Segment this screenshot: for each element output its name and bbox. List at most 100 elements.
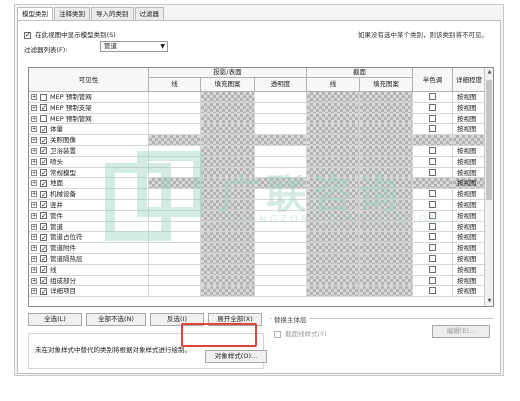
- override-cell[interactable]: [307, 92, 360, 102]
- category-visibility-checkbox[interactable]: [40, 146, 47, 156]
- category-name-cell[interactable]: + 管件: [29, 210, 149, 221]
- override-cell[interactable]: [201, 189, 255, 199]
- override-cell[interactable]: [360, 232, 413, 243]
- filter-list-dropdown[interactable]: 管道 ▼: [100, 41, 168, 52]
- table-row[interactable]: +线按视图: [29, 264, 485, 276]
- override-cell[interactable]: [255, 178, 307, 189]
- category-visibility-checkbox[interactable]: [40, 222, 47, 231]
- override-cell[interactable]: [149, 199, 201, 210]
- detail-level-cell[interactable]: 按视图: [453, 189, 485, 199]
- override-cell[interactable]: [201, 178, 255, 189]
- override-cell[interactable]: [307, 253, 360, 264]
- scroll-up-icon[interactable]: ▲: [485, 68, 493, 77]
- halftone-checkbox[interactable]: [429, 157, 436, 165]
- expand-icon[interactable]: +: [31, 169, 37, 176]
- category-visibility-checkbox[interactable]: [40, 190, 47, 199]
- override-cell[interactable]: [360, 199, 413, 210]
- override-cell[interactable]: [149, 210, 201, 221]
- override-cell[interactable]: [255, 243, 307, 253]
- halftone-checkbox[interactable]: [429, 265, 436, 273]
- override-cell[interactable]: [255, 253, 307, 264]
- override-cell[interactable]: [307, 167, 360, 178]
- detail-level-cell[interactable]: 按视图: [453, 232, 485, 242]
- override-cell[interactable]: [255, 92, 307, 102]
- tab-0[interactable]: 模型类别: [17, 7, 53, 21]
- halftone-cell[interactable]: [413, 243, 453, 253]
- override-cell[interactable]: [149, 264, 201, 275]
- category-visibility-checkbox[interactable]: [40, 265, 47, 275]
- category-name-cell[interactable]: + 管道隔热层: [29, 253, 149, 264]
- expand-icon[interactable]: +: [31, 94, 37, 100]
- halftone-cell[interactable]: [413, 145, 453, 156]
- override-cell[interactable]: [201, 113, 255, 124]
- detail-level-cell[interactable]: 按视图: [453, 92, 485, 102]
- override-cell[interactable]: [360, 102, 413, 113]
- override-cell[interactable]: [307, 145, 360, 156]
- override-cell[interactable]: [149, 286, 201, 297]
- halftone-cell[interactable]: [413, 178, 453, 189]
- category-name-cell[interactable]: + 体量: [29, 124, 149, 135]
- category-name-cell[interactable]: + 常规模型: [29, 167, 149, 178]
- override-cell[interactable]: [360, 221, 413, 232]
- override-cell[interactable]: [255, 189, 307, 199]
- halftone-cell[interactable]: [413, 286, 453, 297]
- object-styles-button[interactable]: 对象样式(O)...: [205, 350, 267, 363]
- table-scrollbar[interactable]: ▲ ▼: [484, 68, 493, 306]
- override-cell[interactable]: [360, 189, 413, 199]
- detail-level-cell[interactable]: 按视图: [453, 103, 485, 113]
- table-row[interactable]: + 详细项目 按视图: [29, 286, 485, 298]
- category-visibility-checkbox[interactable]: [40, 168, 47, 177]
- expand-icon[interactable]: +: [31, 115, 37, 122]
- halftone-checkbox[interactable]: [429, 114, 436, 122]
- category-name-cell[interactable]: + MEP 预制管网: [29, 92, 149, 102]
- category-visibility-checkbox[interactable]: [40, 276, 47, 285]
- halftone-checkbox[interactable]: [429, 276, 436, 284]
- override-cell[interactable]: [255, 113, 307, 124]
- override-cell[interactable]: [149, 135, 201, 145]
- override-cell[interactable]: [255, 167, 307, 178]
- override-cell[interactable]: [201, 232, 255, 243]
- table-row[interactable]: + 管道占位符 按视图: [29, 232, 485, 244]
- show-model-categories-row[interactable]: 在此视图中显示模型类别(S): [24, 29, 116, 39]
- override-cell[interactable]: [360, 286, 413, 297]
- category-name-cell[interactable]: + 卫浴装置: [29, 145, 149, 156]
- halftone-cell[interactable]: [413, 221, 453, 232]
- halftone-checkbox[interactable]: [429, 287, 436, 295]
- override-cell[interactable]: [360, 167, 413, 178]
- override-cell[interactable]: [201, 221, 255, 232]
- override-cell[interactable]: [360, 156, 413, 167]
- halftone-cell[interactable]: [413, 102, 453, 113]
- halftone-cell[interactable]: [413, 253, 453, 264]
- override-cell[interactable]: [149, 156, 201, 167]
- override-cell[interactable]: [307, 135, 360, 145]
- override-cell[interactable]: [360, 113, 413, 124]
- override-cell[interactable]: [360, 264, 413, 275]
- override-cell[interactable]: [360, 145, 413, 156]
- override-cell[interactable]: [360, 210, 413, 221]
- table-row[interactable]: + 常规模型 按视图: [29, 167, 485, 179]
- expand-icon[interactable]: +: [31, 212, 37, 219]
- override-cell[interactable]: [149, 92, 201, 102]
- detail-level-cell[interactable]: 按视图: [453, 168, 485, 178]
- expand-icon[interactable]: +: [31, 158, 37, 165]
- category-name-cell[interactable]: + 管道占位符: [29, 232, 149, 243]
- table-row[interactable]: + 管道 按视图: [29, 221, 485, 233]
- detail-level-cell[interactable]: 按视图: [453, 157, 485, 167]
- category-visibility-checkbox[interactable]: [40, 93, 47, 101]
- category-name-cell[interactable]: + 组成部分: [29, 275, 149, 286]
- table-row[interactable]: + 地面 按视图: [29, 178, 485, 190]
- category-visibility-checkbox[interactable]: [40, 244, 47, 253]
- override-cell[interactable]: [149, 145, 201, 156]
- halftone-cell[interactable]: [413, 232, 453, 243]
- override-cell[interactable]: [201, 92, 255, 102]
- override-cell[interactable]: [307, 286, 360, 297]
- override-cell[interactable]: [149, 221, 201, 232]
- halftone-cell[interactable]: [413, 199, 453, 210]
- table-row[interactable]: + 管件 按视图: [29, 210, 485, 222]
- category-visibility-checkbox[interactable]: [40, 157, 47, 167]
- override-cell[interactable]: [307, 124, 360, 135]
- category-visibility-checkbox[interactable]: [40, 103, 47, 113]
- detail-level-cell[interactable]: 按视图: [453, 114, 485, 124]
- detail-level-cell[interactable]: 按视图: [453, 276, 485, 286]
- override-cell[interactable]: [149, 189, 201, 199]
